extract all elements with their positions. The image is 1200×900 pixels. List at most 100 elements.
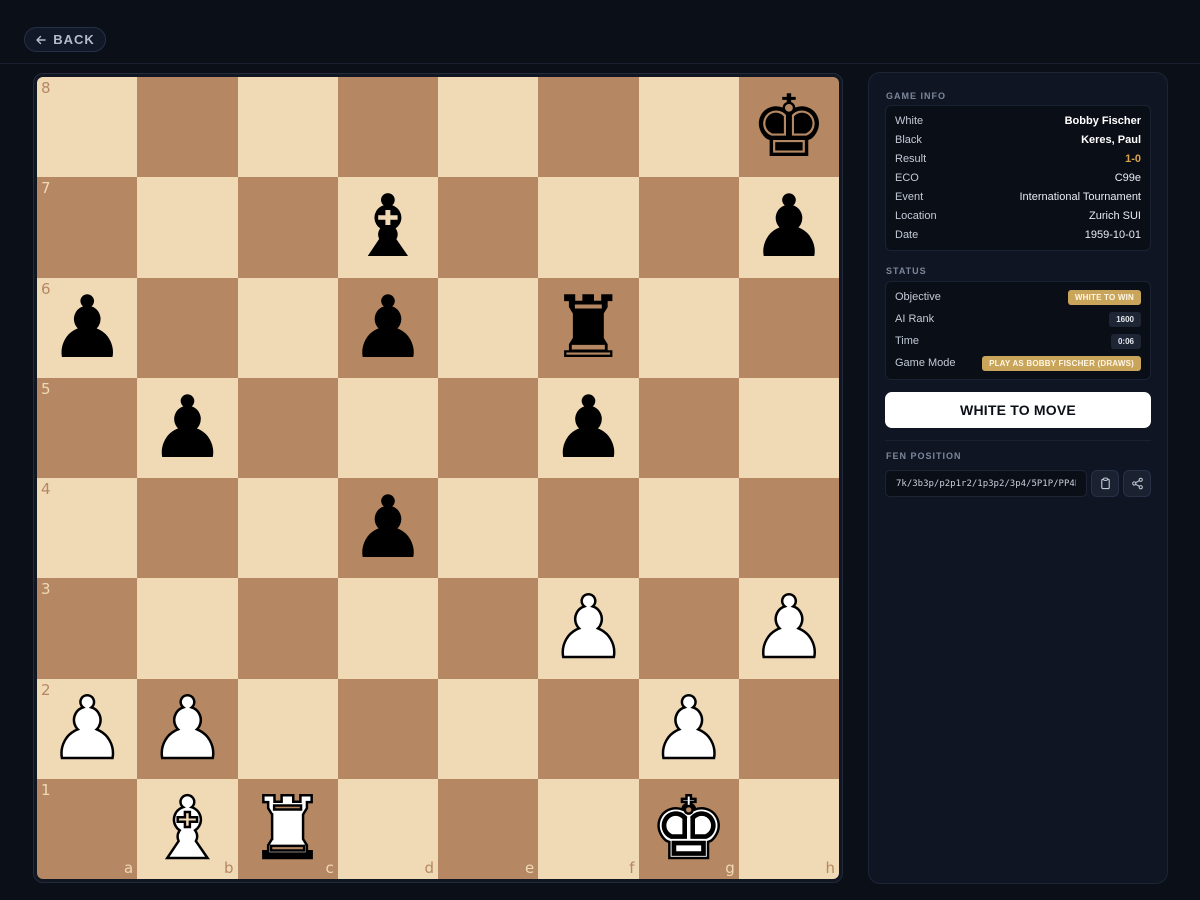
black-pawn-icon[interactable]: ♟ [338,278,438,378]
arrow-left-icon [36,35,46,44]
square-h1[interactable]: h [738,778,839,879]
square-a6[interactable]: 6 ♟ [37,277,138,378]
file-label: f [629,859,635,877]
square-g8[interactable] [638,77,739,178]
square-a2[interactable]: 2 ♟ [37,678,138,779]
square-e6[interactable] [438,277,539,378]
square-a5[interactable]: 5 [37,377,138,478]
clipboard-icon [1100,477,1110,490]
square-c7[interactable] [237,177,338,278]
square-c8[interactable] [237,77,338,178]
black-rook-icon[interactable]: ♜ [538,278,638,378]
white-king-icon[interactable]: ♚ [639,779,739,879]
square-g1[interactable]: g ♚ [638,778,739,879]
square-f4[interactable] [538,478,639,579]
square-f8[interactable] [538,77,639,178]
square-b1[interactable]: b ♝ [137,778,238,879]
square-g7[interactable] [638,177,739,278]
square-h8[interactable]: ♚ [738,77,839,178]
white-pawn-icon[interactable]: ♟ [137,679,237,779]
square-b5[interactable]: ♟ [137,377,238,478]
square-h3[interactable]: ♟ [738,578,839,679]
black-bishop-icon[interactable]: ♝ [338,177,438,277]
rank-label: 8 [41,79,51,97]
square-f7[interactable] [538,177,639,278]
square-c5[interactable] [237,377,338,478]
square-g2[interactable]: ♟ [638,678,739,779]
top-bar: BACK [0,0,1200,64]
chessboard[interactable]: 8 ♚ 7 ♝ ♟ 6 ♟ ♟ ♜ 5 ♟ ♟ 4 ♟ 3 ♟ ♟ 2 ♟ ♟ ♟ 1 a b ♝ c ♜ d e f g ♚ h [37,77,839,879]
rank-label: 7 [41,179,51,198]
square-b8[interactable] [137,77,238,178]
square-e5[interactable] [438,377,539,478]
game-mode-label: Game Mode [895,357,956,369]
square-g4[interactable] [638,478,739,579]
white-bishop-icon[interactable]: ♝ [137,779,237,879]
info-label: Event [895,190,924,203]
fen-input[interactable] [894,477,1078,490]
square-c3[interactable] [237,578,338,679]
square-d2[interactable] [337,678,438,779]
white-pawn-icon[interactable]: ♟ [739,578,839,678]
square-d5[interactable] [337,377,438,478]
square-b3[interactable] [137,578,238,679]
share-button[interactable] [1123,470,1151,497]
black-pawn-icon[interactable]: ♟ [338,478,438,578]
square-d3[interactable] [337,578,438,679]
square-h7[interactable]: ♟ [738,177,839,278]
square-d8[interactable] [337,77,438,178]
square-e2[interactable] [438,678,539,779]
square-a1[interactable]: 1a [37,778,138,879]
square-a4[interactable]: 4 [37,478,138,579]
white-rook-icon[interactable]: ♜ [238,779,338,879]
copy-fen-button[interactable] [1091,470,1119,497]
info-label: Black [895,133,922,146]
square-c4[interactable] [237,478,338,579]
square-f2[interactable] [538,678,639,779]
white-pawn-icon[interactable]: ♟ [639,679,739,779]
info-row-white: White Bobby Fischer [895,111,1141,130]
square-h5[interactable] [738,377,839,478]
back-label: BACK [53,32,95,47]
square-f5[interactable]: ♟ [538,377,639,478]
black-pawn-icon[interactable]: ♟ [137,378,237,478]
square-d4[interactable]: ♟ [337,478,438,579]
square-f3[interactable]: ♟ [538,578,639,679]
square-c2[interactable] [237,678,338,779]
black-pawn-icon[interactable]: ♟ [37,278,137,378]
square-g5[interactable] [638,377,739,478]
white-pawn-icon[interactable]: ♟ [37,679,137,779]
white-pawn-icon[interactable]: ♟ [538,578,638,678]
back-button[interactable]: BACK [24,27,106,52]
black-king-icon[interactable]: ♚ [739,77,839,177]
square-f1[interactable]: f [538,778,639,879]
square-d6[interactable]: ♟ [337,277,438,378]
square-f6[interactable]: ♜ [538,277,639,378]
square-d7[interactable]: ♝ [337,177,438,278]
status-row-ai-rank: AI Rank 1600 [895,308,1141,330]
square-b7[interactable] [137,177,238,278]
time-badge: 0:06 [1110,333,1141,349]
fen-field[interactable] [885,470,1087,497]
square-e3[interactable] [438,578,539,679]
square-e4[interactable] [438,478,539,579]
square-e1[interactable]: e [438,778,539,879]
square-b6[interactable] [137,277,238,378]
square-c1[interactable]: c ♜ [237,778,338,879]
square-b4[interactable] [137,478,238,579]
square-g6[interactable] [638,277,739,378]
square-h2[interactable] [738,678,839,779]
square-a8[interactable]: 8 [37,77,138,178]
square-a3[interactable]: 3 [37,578,138,679]
square-c6[interactable] [237,277,338,378]
square-e8[interactable] [438,77,539,178]
square-a7[interactable]: 7 [37,177,138,278]
black-pawn-icon[interactable]: ♟ [739,177,839,277]
square-h4[interactable] [738,478,839,579]
square-e7[interactable] [438,177,539,278]
square-g3[interactable] [638,578,739,679]
square-b2[interactable]: ♟ [137,678,238,779]
black-pawn-icon[interactable]: ♟ [538,378,638,478]
square-h6[interactable] [738,277,839,378]
square-d1[interactable]: d [337,778,438,879]
